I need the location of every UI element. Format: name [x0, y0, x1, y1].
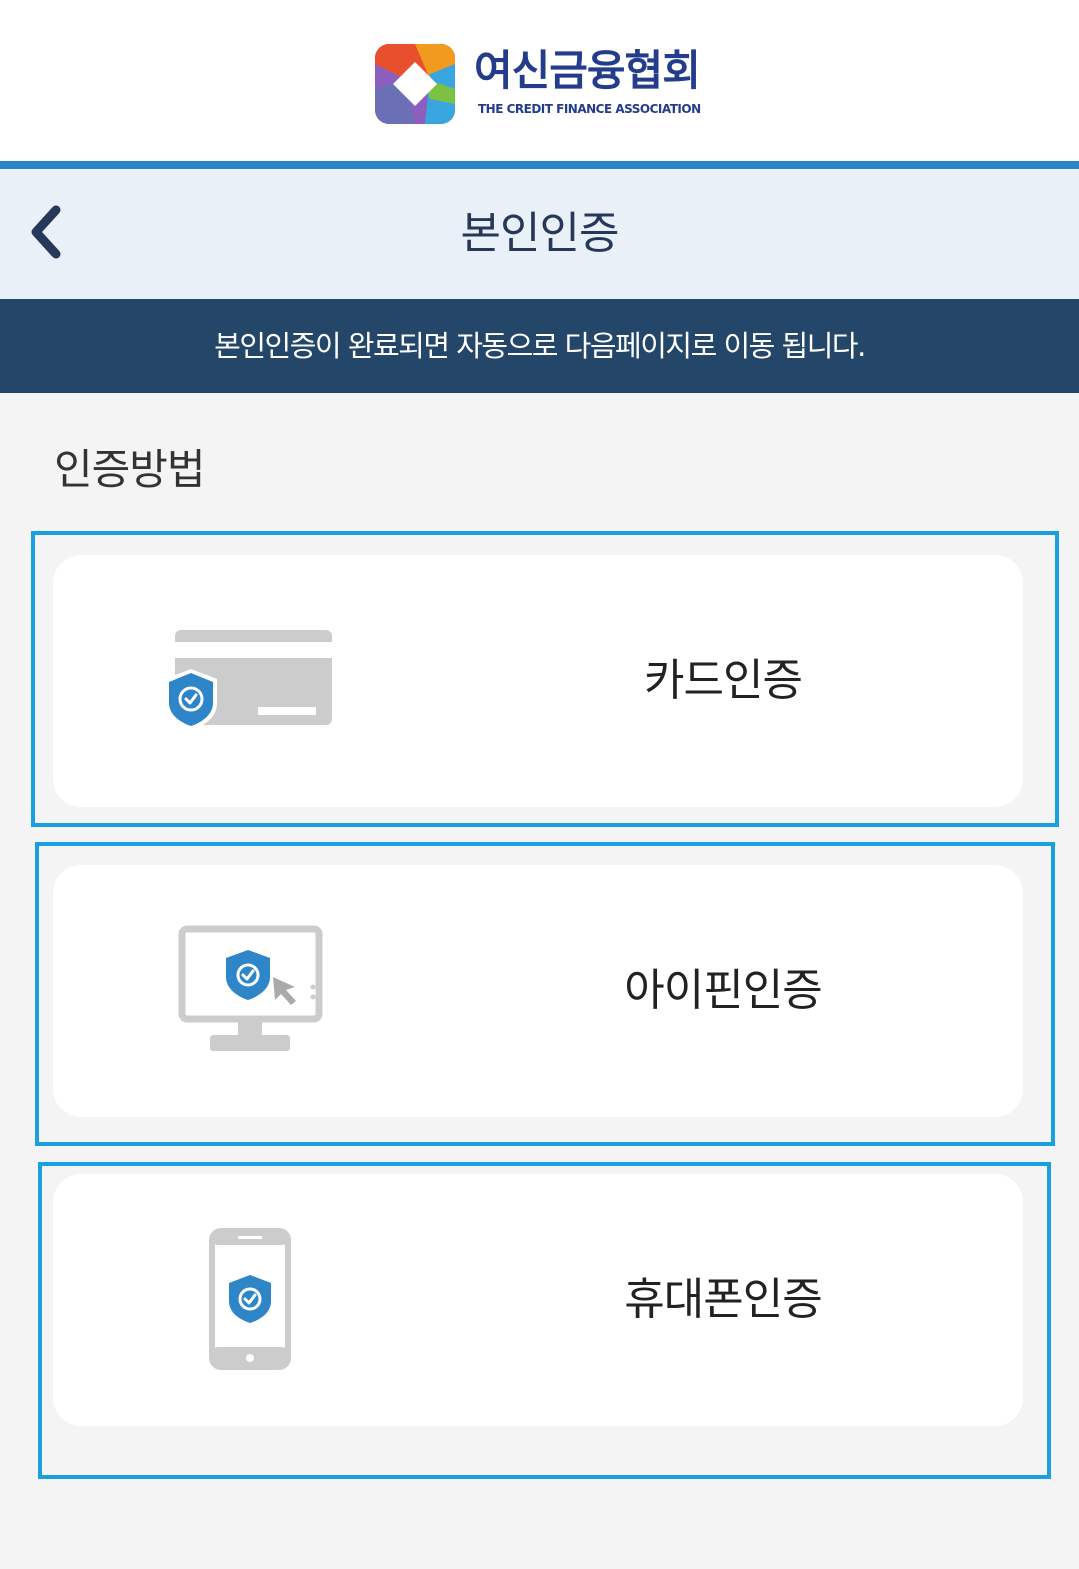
card-auth-label: 카드인증: [644, 655, 803, 706]
ipin-auth-button[interactable]: 아이핀인증: [53, 865, 1023, 1117]
logo-icon: [375, 44, 455, 124]
ipin-auth-label: 아이핀인증: [624, 965, 822, 1016]
phone-auth-button[interactable]: 휴대폰인증: [53, 1174, 1023, 1426]
page-title: 본인인증: [460, 208, 620, 259]
logo-subtitle: THE CREDIT FINANCE ASSOCIATION: [478, 102, 701, 116]
card-shield-icon: [163, 625, 338, 739]
header-divider: [0, 161, 1079, 169]
section-title: 인증방법: [54, 445, 206, 494]
phone-shield-icon: [208, 1227, 293, 1376]
monitor-shield-icon: [178, 925, 323, 1059]
phone-auth-label: 휴대폰인증: [624, 1274, 822, 1325]
notice-text: 본인인증이 완료되면 자동으로 다음페이지로 이동 됩니다.: [214, 329, 866, 363]
logo-name: 여신금융협회: [474, 46, 701, 95]
card-auth-button[interactable]: 카드인증: [53, 555, 1023, 807]
